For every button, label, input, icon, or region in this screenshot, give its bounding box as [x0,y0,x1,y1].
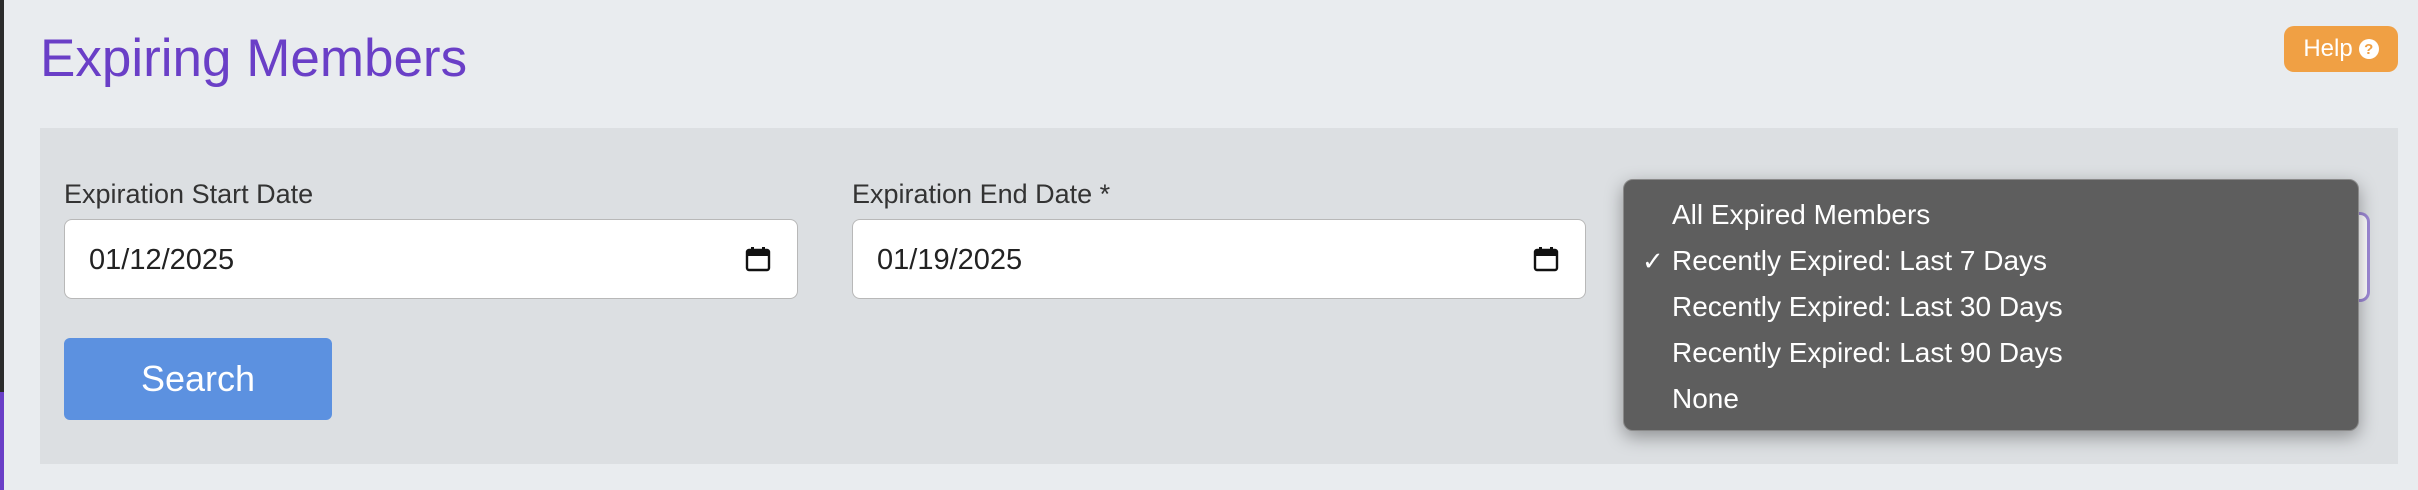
start-date-label: Expiration Start Date [64,179,314,209]
end-date-value: 01/19/2025 [877,244,1023,276]
page-title: Expiring Members [40,29,468,88]
dropdown-option-last-30-days[interactable]: Recently Expired: Last 30 Days [1624,284,2358,330]
option-label: Recently Expired: Last 30 Days [1672,291,2063,322]
option-label: Recently Expired: Last 7 Days [1672,245,2048,276]
help-button[interactable]: Help ? [2284,26,2398,72]
search-button[interactable]: Search [64,338,332,420]
end-date-label: Expiration End Date * [852,179,1111,209]
start-date-input[interactable]: 01/12/2025 [64,219,798,299]
window-left-edge-accent [0,392,4,490]
end-date-input[interactable]: 01/19/2025 [852,219,1586,299]
calendar-icon[interactable] [1533,246,1559,272]
checkmark-icon: ✓ [1642,246,1664,276]
option-label: All Expired Members [1672,199,1931,230]
help-label: Help [2303,35,2353,62]
dropdown-option-all-expired[interactable]: All Expired Members [1624,192,2358,238]
calendar-icon[interactable] [745,246,771,272]
option-label: None [1672,383,1739,414]
dropdown-option-none[interactable]: None [1624,376,2358,422]
start-date-value: 01/12/2025 [89,244,235,276]
dropdown-option-last-7-days[interactable]: ✓ Recently Expired: Last 7 Days [1624,238,2358,284]
dropdown-option-last-90-days[interactable]: Recently Expired: Last 90 Days [1624,330,2358,376]
option-label: Recently Expired: Last 90 Days [1672,337,2063,368]
question-circle-icon: ? [2358,39,2379,59]
status-dropdown-menu: All Expired Members ✓ Recently Expired: … [1623,179,2359,431]
